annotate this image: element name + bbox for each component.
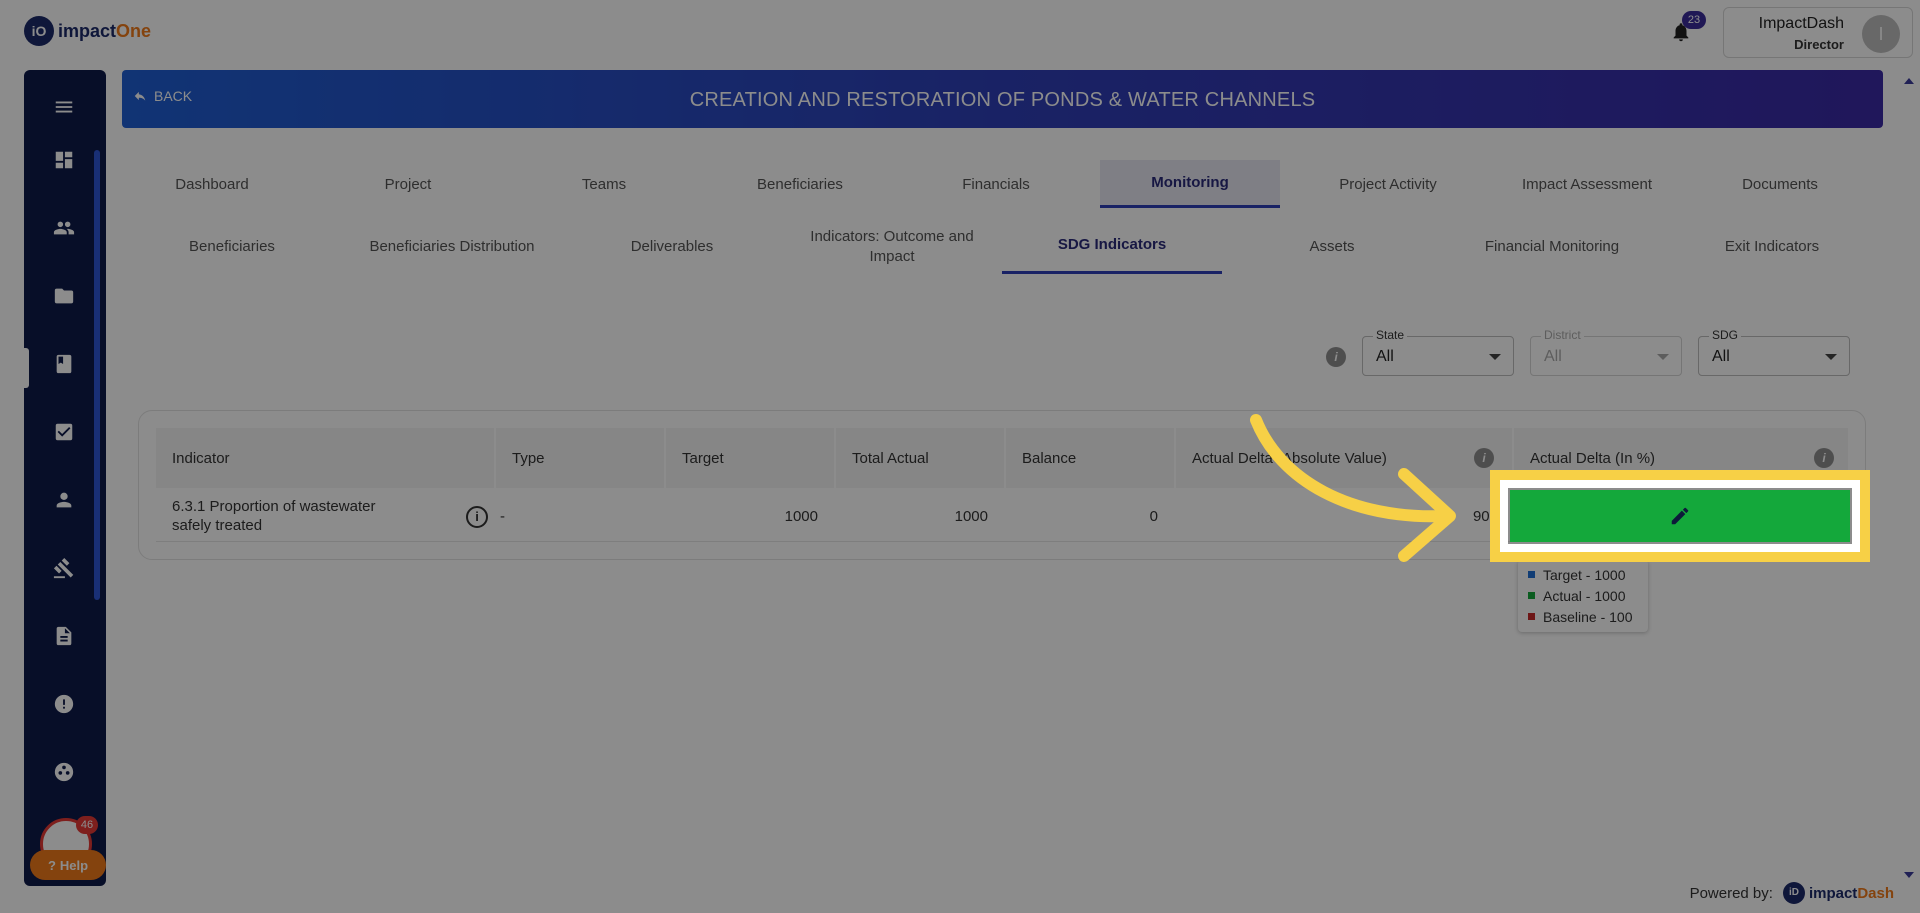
- column-header-target: Target: [666, 428, 834, 488]
- column-header-indicator: Indicator: [156, 428, 494, 488]
- sdg-select[interactable]: SDG All: [1698, 328, 1850, 376]
- main-tabs: Dashboard Project Teams Beneficiaries Fi…: [130, 160, 1890, 210]
- powered-by-label: Powered by:: [1689, 884, 1773, 902]
- logo-text: impactOne: [58, 20, 152, 41]
- user-role: Director: [1794, 37, 1844, 52]
- legend-item-actual: Actual - 1000: [1528, 585, 1638, 606]
- tab-impact-assessment[interactable]: Impact Assessment: [1492, 160, 1682, 208]
- folder-icon[interactable]: [52, 284, 76, 308]
- sidebar-active-indicator: [24, 348, 29, 388]
- state-value: All: [1376, 348, 1394, 365]
- subtab-exit-indicators[interactable]: Exit Indicators: [1670, 220, 1874, 274]
- user-menu[interactable]: ImpactDash Director I: [1723, 7, 1913, 58]
- subtab-sdg-indicators[interactable]: SDG Indicators: [1002, 220, 1222, 274]
- actual-delta-pct-info-icon[interactable]: i: [1814, 448, 1834, 468]
- cell-indicator: 6.3.1 Proportion of wastewater safely tr…: [172, 497, 376, 535]
- legend-item-baseline: Baseline - 100: [1528, 606, 1638, 627]
- tab-project[interactable]: Project: [326, 160, 490, 208]
- district-label: District: [1541, 328, 1584, 342]
- user-name: ImpactDash: [1758, 15, 1844, 32]
- notification-count-badge: 23: [1682, 11, 1706, 29]
- district-value: All: [1544, 348, 1562, 365]
- project-header: BACK CREATION AND RESTORATION OF PONDS &…: [122, 70, 1883, 128]
- monitoring-subtabs: Beneficiaries Beneficiaries Distribution…: [130, 220, 1890, 276]
- page-title: CREATION AND RESTORATION OF PONDS & WATE…: [689, 89, 1316, 111]
- menu-icon[interactable]: [52, 95, 76, 119]
- checkbox-icon[interactable]: [52, 420, 76, 444]
- tab-beneficiaries[interactable]: Beneficiaries: [718, 160, 882, 208]
- app-logo[interactable]: iO impactOne: [24, 16, 151, 46]
- column-header-balance: Balance: [1006, 428, 1174, 488]
- subtab-indicators-outcome-impact[interactable]: Indicators: Outcome and Impact: [790, 220, 994, 274]
- document-icon[interactable]: [52, 624, 76, 648]
- person-icon[interactable]: [52, 488, 76, 512]
- district-select: District All: [1530, 328, 1682, 376]
- chevron-down-icon: [1825, 354, 1837, 360]
- gavel-icon[interactable]: [52, 556, 76, 580]
- tutorial-pointer-arrow-icon: [1250, 414, 1456, 562]
- edit-pencil-icon: [1671, 507, 1689, 525]
- filters-info-icon[interactable]: i: [1326, 347, 1346, 367]
- tab-documents[interactable]: Documents: [1698, 160, 1862, 208]
- column-header-total-actual: Total Actual: [836, 428, 1004, 488]
- subtab-assets[interactable]: Assets: [1230, 220, 1434, 274]
- tab-teams[interactable]: Teams: [522, 160, 686, 208]
- footer-brand-logo: iD impactDash: [1782, 882, 1894, 904]
- sdg-label: SDG: [1709, 328, 1742, 342]
- tab-dashboard[interactable]: Dashboard: [130, 160, 294, 208]
- state-select[interactable]: State All: [1362, 328, 1514, 376]
- people-icon[interactable]: [52, 216, 76, 240]
- cell-balance: 0: [1149, 507, 1158, 525]
- avatar: I: [1862, 15, 1900, 53]
- subtab-beneficiaries[interactable]: Beneficiaries: [130, 220, 334, 274]
- help-label: Help: [59, 857, 89, 873]
- chart-legend-tooltip: Target - 1000 Actual - 1000 Baseline - 1…: [1518, 560, 1648, 632]
- tab-monitoring[interactable]: Monitoring: [1100, 160, 1280, 208]
- legend-item-target: Target - 1000: [1528, 564, 1638, 585]
- subtab-deliverables[interactable]: Deliverables: [570, 220, 774, 274]
- state-label: State: [1373, 328, 1408, 342]
- help-icon: ?: [47, 857, 56, 873]
- logo-mark: iO: [24, 16, 54, 46]
- sdg-value: All: [1712, 348, 1730, 365]
- subtab-beneficiaries-distribution[interactable]: Beneficiaries Distribution: [350, 220, 554, 274]
- highlighted-progress-bar[interactable]: [1510, 490, 1850, 542]
- settings-circle-icon[interactable]: [52, 760, 76, 784]
- alert-icon[interactable]: [52, 692, 76, 716]
- book-icon[interactable]: [52, 352, 76, 376]
- dashboard-icon[interactable]: [52, 148, 76, 172]
- scroll-down-arrow-icon[interactable]: [1904, 872, 1914, 878]
- chevron-down-icon: [1489, 354, 1501, 360]
- sidebar-scrollbar[interactable]: [94, 150, 100, 600]
- chevron-down-icon: [1657, 354, 1669, 360]
- cell-total-actual: 1000: [954, 507, 988, 525]
- subtab-financial-monitoring[interactable]: Financial Monitoring: [1450, 220, 1654, 274]
- tab-financials[interactable]: Financials: [914, 160, 1078, 208]
- scroll-up-arrow-icon[interactable]: [1904, 78, 1914, 84]
- support-badge: 46: [76, 816, 98, 834]
- top-bar: iO impactOne 23 ImpactDash Director I: [0, 0, 1920, 64]
- footer: Powered by: iD impactDash: [1690, 882, 1894, 904]
- cell-type: -: [500, 507, 505, 525]
- indicator-info-icon[interactable]: i: [466, 506, 488, 528]
- help-button[interactable]: ? Help: [30, 850, 106, 880]
- tab-project-activity[interactable]: Project Activity: [1306, 160, 1470, 208]
- column-header-type: Type: [496, 428, 664, 488]
- cell-target: 1000: [784, 507, 818, 525]
